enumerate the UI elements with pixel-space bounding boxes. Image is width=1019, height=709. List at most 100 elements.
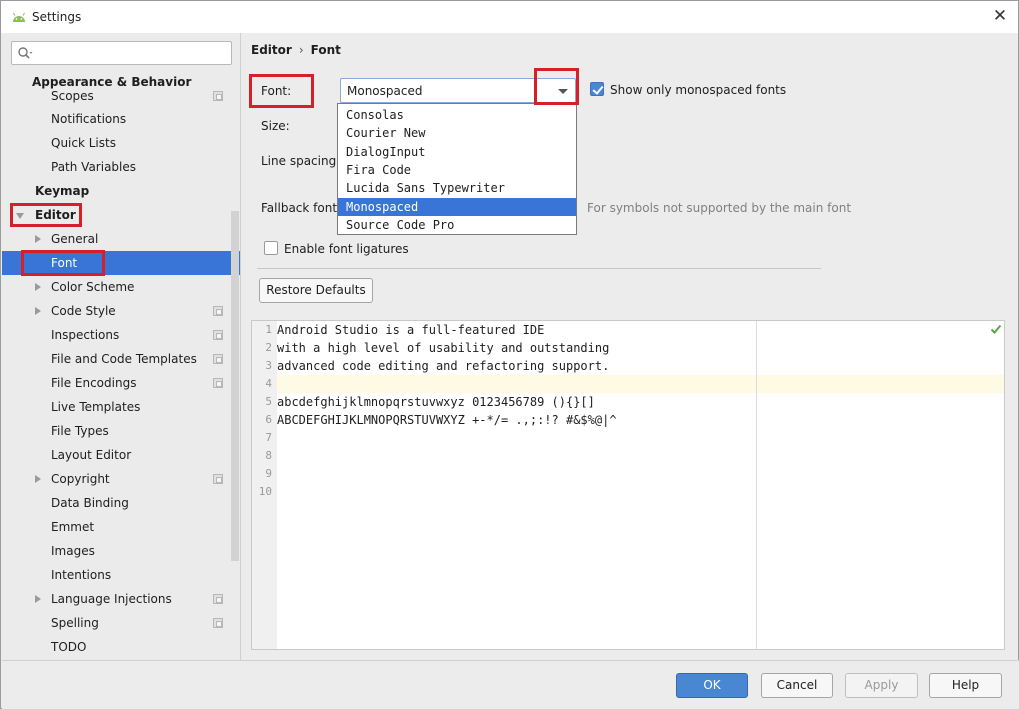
sidebar-item-label: Images: [51, 544, 95, 558]
sidebar-item-emmet[interactable]: Emmet: [2, 515, 240, 539]
code-line: with a high level of usability and outst…: [277, 341, 610, 355]
inspection-ok-icon: [990, 324, 1002, 334]
apply-button[interactable]: Apply: [845, 673, 918, 698]
sidebar-item-label: Copyright: [51, 472, 110, 486]
caret-row-highlight: [277, 375, 1004, 393]
sidebar-item-label: Quick Lists: [51, 136, 116, 150]
sidebar-item-label: Code Style: [51, 304, 116, 318]
breadcrumb: Editor › Font: [251, 43, 341, 57]
sidebar-item-data-binding[interactable]: Data Binding: [2, 491, 240, 515]
line-number: 7: [265, 431, 272, 444]
code-line: Android Studio is a full-featured IDE: [277, 323, 545, 337]
line-number: 3: [265, 359, 272, 372]
chevron-right-icon[interactable]: [35, 283, 41, 291]
line-number: 1: [265, 323, 272, 336]
breadcrumb-parent[interactable]: Editor: [251, 43, 292, 57]
ok-button[interactable]: OK: [676, 673, 748, 698]
line-number: 4: [265, 377, 272, 390]
dialog-button-bar: OK Cancel Apply Help: [2, 660, 1019, 709]
sidebar-scrollbar[interactable]: [231, 211, 239, 561]
window-title: Settings: [32, 10, 82, 24]
font-option[interactable]: Lucida Sans Typewriter: [338, 179, 576, 197]
line-spacing-label: Line spacing:: [261, 154, 341, 168]
font-option[interactable]: DialogInput: [338, 143, 576, 161]
sidebar-item-keymap[interactable]: Keymap: [2, 179, 240, 203]
sidebar-item-spelling[interactable]: Spelling: [2, 611, 240, 635]
sidebar-item-path-variables[interactable]: Path Variables: [2, 155, 240, 179]
sidebar-item-notifications[interactable]: Notifications: [2, 107, 240, 131]
chevron-right-icon[interactable]: [35, 595, 41, 603]
size-label: Size:: [261, 119, 290, 133]
sidebar-item-layout-editor[interactable]: Layout Editor: [2, 443, 240, 467]
font-option[interactable]: Fira Code: [338, 161, 576, 179]
sidebar-item-label: File and Code Templates: [51, 352, 197, 366]
sidebar-item-general[interactable]: General: [2, 227, 240, 251]
code-line: advanced code editing and refactoring su…: [277, 359, 610, 373]
sidebar-item-label: Language Injections: [51, 592, 172, 606]
sidebar-item-file-and-code-templates[interactable]: File and Code Templates: [2, 347, 240, 371]
sidebar-item-label: Emmet: [51, 520, 95, 534]
title-bar: Settings ✕: [1, 1, 1018, 33]
project-settings-icon: [213, 306, 223, 316]
breadcrumb-current: Font: [310, 43, 341, 57]
sidebar-item-intentions[interactable]: Intentions: [2, 563, 240, 587]
show-monospaced-checkbox[interactable]: [590, 82, 604, 96]
font-preview-editor[interactable]: 1 2 3 4 5 6 7 8 9 10 Android Studio is a…: [251, 320, 1005, 650]
font-option[interactable]: Courier New: [338, 124, 576, 142]
settings-window: Settings ✕ Appearance & Behavior Scopes …: [0, 0, 1019, 709]
sidebar-item-label: Keymap: [35, 184, 90, 198]
sidebar-item-label: Scopes: [51, 89, 94, 103]
sidebar-item-todo[interactable]: TODO: [2, 635, 240, 659]
project-settings-icon: [213, 354, 223, 364]
fallback-font-hint: For symbols not supported by the main fo…: [587, 201, 852, 215]
sidebar-item-file-encodings[interactable]: File Encodings: [2, 371, 240, 395]
sidebar-item-scopes[interactable]: Scopes: [2, 84, 240, 108]
sidebar-item-label: Color Scheme: [51, 280, 135, 294]
sidebar-item-label: Path Variables: [51, 160, 137, 174]
highlight-font-label: [249, 74, 314, 108]
line-number: 10: [258, 485, 272, 498]
close-icon[interactable]: ✕: [991, 7, 1009, 25]
sidebar-item-copyright[interactable]: Copyright: [2, 467, 240, 491]
code-line: ABCDEFGHIJKLMNOPQRSTUVWXYZ +-*/= .,;:!? …: [277, 413, 617, 427]
sidebar-item-label: Intentions: [51, 568, 112, 582]
settings-sidebar: Appearance & Behavior Scopes Notificatio…: [2, 33, 241, 660]
project-settings-icon: [213, 91, 223, 101]
chevron-right-icon[interactable]: [35, 307, 41, 315]
sidebar-item-color-scheme[interactable]: Color Scheme: [2, 275, 240, 299]
line-number-gutter: 1 2 3 4 5 6 7 8 9 10: [252, 321, 277, 649]
project-settings-icon: [213, 330, 223, 340]
help-button[interactable]: Help: [929, 673, 1002, 698]
highlight-font-item: [21, 250, 105, 276]
project-settings-icon: [213, 474, 223, 484]
sidebar-item-label: Spelling: [51, 616, 99, 630]
font-option-selected[interactable]: Monospaced: [338, 198, 576, 216]
line-number: 6: [265, 413, 272, 426]
search-icon: [18, 47, 33, 59]
sidebar-item-label: File Types: [51, 424, 109, 438]
cancel-button[interactable]: Cancel: [761, 673, 833, 698]
font-option[interactable]: Source Code Pro: [338, 216, 576, 234]
fallback-font-label: Fallback font:: [261, 201, 342, 215]
font-option[interactable]: Consolas: [338, 106, 576, 124]
project-settings-icon: [213, 378, 223, 388]
chevron-right-icon[interactable]: [35, 475, 41, 483]
sidebar-item-code-style[interactable]: Code Style: [2, 299, 240, 323]
sidebar-item-label: Live Templates: [51, 400, 141, 414]
project-settings-icon: [213, 594, 223, 604]
restore-defaults-button[interactable]: Restore Defaults: [259, 278, 373, 303]
chevron-right-icon[interactable]: [35, 235, 41, 243]
sidebar-item-quick-lists[interactable]: Quick Lists: [2, 131, 240, 155]
divider: [257, 268, 821, 269]
sidebar-item-live-templates[interactable]: Live Templates: [2, 395, 240, 419]
sidebar-item-language-injections[interactable]: Language Injections: [2, 587, 240, 611]
search-input[interactable]: [11, 41, 232, 65]
font-combobox-value: Monospaced: [347, 84, 423, 98]
sidebar-item-file-types[interactable]: File Types: [2, 419, 240, 443]
sidebar-item-label: Data Binding: [51, 496, 129, 510]
highlight-dropdown-arrow: [534, 68, 579, 105]
sidebar-item-images[interactable]: Images: [2, 539, 240, 563]
sidebar-item-inspections[interactable]: Inspections: [2, 323, 240, 347]
ligatures-checkbox[interactable]: [264, 241, 278, 255]
sidebar-item-label: Layout Editor: [51, 448, 132, 462]
